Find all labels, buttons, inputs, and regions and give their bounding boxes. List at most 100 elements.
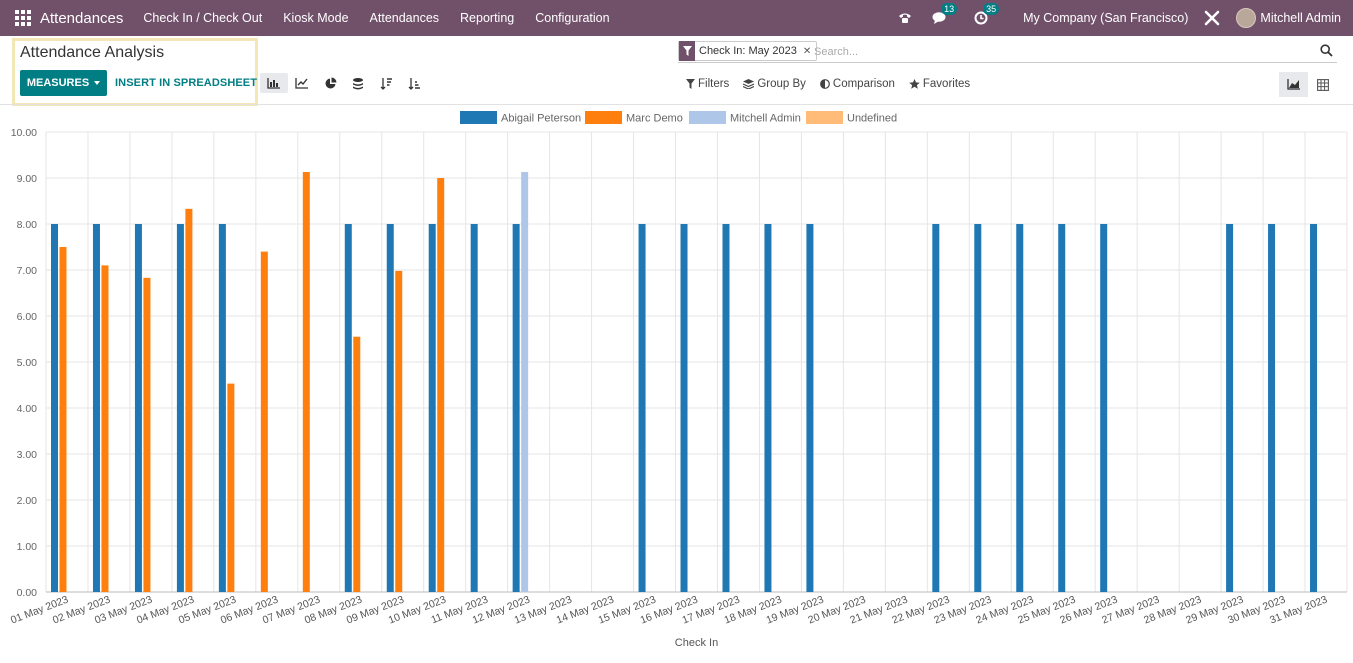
bar <box>176 224 184 592</box>
graph-area: 0.00 1.00 2.00 3.00 4.00 5.00 6.00 7.00 8.00 9.00… <box>0 105 1353 658</box>
menu-configuration[interactable]: Configuration <box>535 11 609 25</box>
y-tick-label: 3.00 <box>17 449 38 461</box>
activities-badge: 35 <box>983 3 1000 15</box>
y-tick-label: 9.00 <box>17 173 38 185</box>
phone-icon[interactable] <box>897 10 913 26</box>
bar <box>353 336 361 592</box>
bar-chart-icon[interactable] <box>260 73 288 93</box>
bar <box>764 224 772 592</box>
insert-spreadsheet-button[interactable]: INSERT IN SPREADSHEET <box>115 77 257 89</box>
bar <box>974 224 982 592</box>
bar <box>437 178 445 592</box>
bar <box>428 224 436 592</box>
graph-tools <box>260 73 428 93</box>
bar <box>512 224 520 592</box>
company-switcher[interactable]: My Company (San Francisco) <box>1023 11 1188 25</box>
legend-label: Undefined <box>847 113 897 125</box>
bar <box>395 270 403 592</box>
messages-badge: 13 <box>941 3 958 15</box>
group-by-label: Group By <box>757 78 806 90</box>
main-menu: Check In / Check Out Kiosk Mode Attendan… <box>143 11 609 25</box>
bar <box>806 224 814 592</box>
y-tick-label: 4.00 <box>17 403 38 415</box>
bar <box>260 251 268 592</box>
measures-label: MEASURES <box>26 77 90 89</box>
legend-swatch <box>689 111 726 124</box>
graph-view-icon[interactable] <box>1279 72 1308 97</box>
bar <box>59 247 67 592</box>
menu-check-in-out[interactable]: Check In / Check Out <box>143 11 262 25</box>
systray: 13 35 My Company (San Francisco) Mitchel… <box>897 0 1341 36</box>
comparison-toggle[interactable]: Comparison <box>819 78 895 90</box>
bar <box>1268 224 1276 592</box>
search-icon[interactable] <box>1320 44 1333 62</box>
legend-label: Abigail Peterson <box>501 113 581 125</box>
measures-button[interactable]: MEASURES <box>20 70 107 96</box>
bar <box>344 224 352 592</box>
bar <box>92 224 100 592</box>
bar <box>521 172 529 592</box>
menu-reporting[interactable]: Reporting <box>460 11 514 25</box>
sort-ascending-icon[interactable] <box>400 73 428 93</box>
chat-icon[interactable]: 13 <box>931 3 958 26</box>
tools-icon[interactable] <box>1204 10 1220 26</box>
y-tick-label: 7.00 <box>17 265 38 277</box>
y-tick-label: 8.00 <box>17 219 38 231</box>
bar <box>386 224 394 592</box>
legend-label: Mitchell Admin <box>730 113 801 125</box>
comparison-label: Comparison <box>832 78 895 90</box>
bar <box>932 224 940 592</box>
menu-kiosk-mode[interactable]: Kiosk Mode <box>283 11 348 25</box>
group-by-toggle[interactable]: Group By <box>743 78 806 90</box>
bar <box>51 224 58 592</box>
bar <box>722 224 730 592</box>
bar <box>1226 224 1234 592</box>
filters-label: Filters <box>698 78 730 90</box>
favorites-toggle[interactable]: Favorites <box>909 78 970 90</box>
legend-swatch <box>806 111 843 124</box>
bar <box>101 265 109 592</box>
bar <box>134 224 142 592</box>
bar <box>185 208 193 592</box>
pivot-view-icon[interactable] <box>1308 72 1337 97</box>
facet-label: Check In: May 2023 <box>699 45 797 57</box>
search-input[interactable] <box>814 43 1294 61</box>
top-navbar: Attendances Check In / Check Out Kiosk M… <box>0 0 1353 36</box>
bar <box>1016 224 1024 592</box>
y-tick-label: 1.00 <box>17 541 38 553</box>
bar <box>302 172 310 592</box>
bar <box>470 224 478 592</box>
line-chart-icon[interactable] <box>288 73 316 93</box>
search-bar: Check In: May 2023 ✕ <box>678 41 1337 63</box>
stacked-icon[interactable] <box>344 73 372 93</box>
sort-descending-icon[interactable] <box>372 73 400 93</box>
bar <box>143 277 151 592</box>
bar-chart: 0.00 1.00 2.00 3.00 4.00 5.00 6.00 7.00 8.00 9.00… <box>9 111 1348 649</box>
adjust-icon <box>819 79 830 89</box>
bar <box>1100 224 1108 592</box>
favorites-label: Favorites <box>922 78 971 90</box>
view-switcher <box>1279 72 1337 97</box>
menu-attendances[interactable]: Attendances <box>370 11 440 25</box>
bar <box>1058 224 1066 592</box>
avatar[interactable] <box>1236 8 1257 28</box>
filter-icon <box>686 79 695 89</box>
search-options: Filters Group By Comparison Favorites <box>686 78 970 90</box>
y-tick-label: 2.00 <box>17 495 38 507</box>
x-axis-title: Check In <box>675 637 718 649</box>
filters-toggle[interactable]: Filters <box>686 78 729 90</box>
filter-facet[interactable]: Check In: May 2023 ✕ <box>678 41 818 61</box>
app-name[interactable]: Attendances <box>40 10 123 27</box>
star-icon <box>909 79 920 89</box>
y-tick-label: 6.00 <box>17 311 38 323</box>
caret-down-icon <box>94 81 101 85</box>
bar <box>218 224 226 592</box>
layers-icon <box>743 79 755 89</box>
bar <box>227 383 235 592</box>
y-tick-label: 0.00 <box>17 587 38 599</box>
clock-icon[interactable]: 35 <box>973 3 1000 26</box>
y-tick-label: 5.00 <box>17 357 38 369</box>
user-menu[interactable]: Mitchell Admin <box>1260 11 1341 25</box>
pie-chart-icon[interactable] <box>316 73 344 93</box>
apps-menu-icon[interactable] <box>14 9 32 27</box>
